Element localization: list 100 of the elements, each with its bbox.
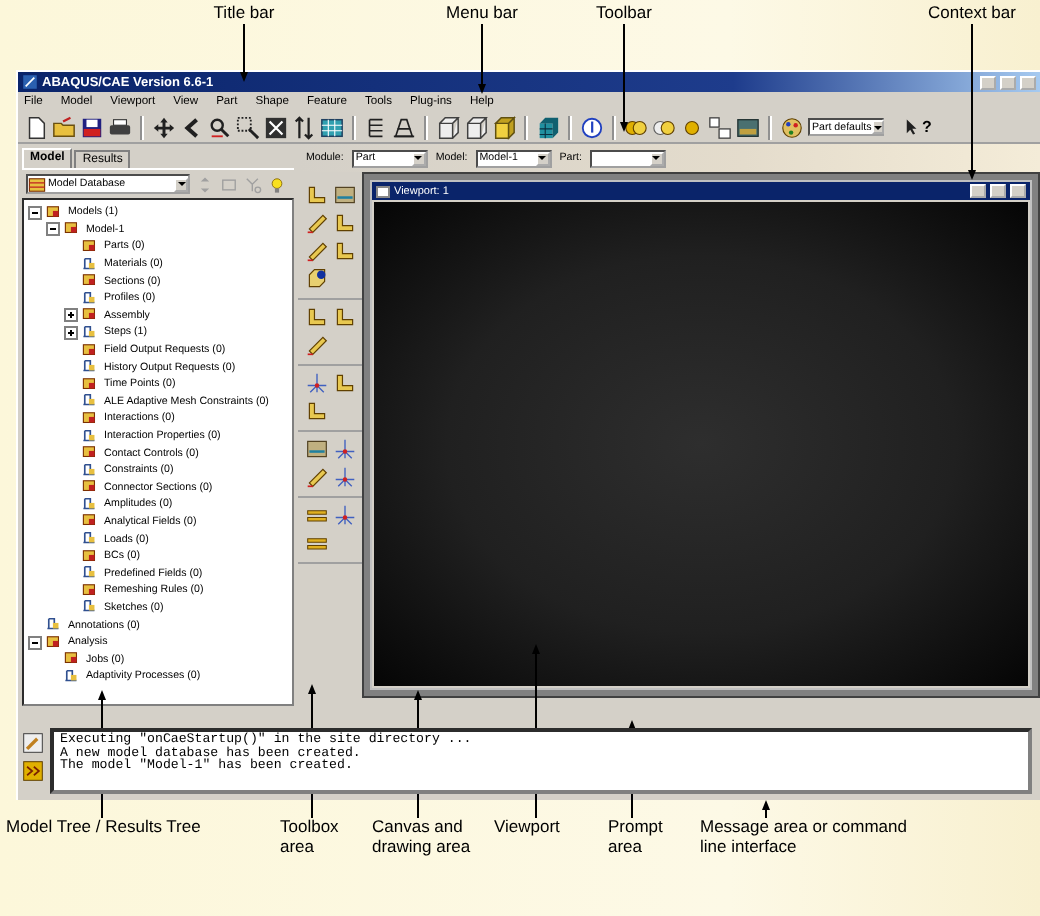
tool-icon [306,240,328,262]
callout-label: Toolbar [596,2,652,22]
expand-toggle[interactable] [64,325,78,340]
list-icon [364,115,388,139]
database-icon [28,175,46,193]
node-icon [46,633,64,652]
pointer-arrow [762,800,770,819]
tool-icon [306,212,328,234]
zoom-icon [208,115,232,139]
tool-icon [306,268,328,290]
node-icon [82,358,100,377]
node-icon [82,564,100,583]
maximize-button[interactable] [990,184,1006,198]
node-icon [82,255,100,274]
tool-icon [306,504,328,526]
tool-icon [306,532,328,554]
close-button[interactable] [1010,184,1026,198]
expand-toggle[interactable] [64,308,78,323]
blocks-icon [708,115,732,139]
dot-icon [680,115,704,139]
tool-icon [334,184,356,206]
tool-icon [334,306,356,328]
context-dropdown[interactable] [589,149,666,167]
node-icon [82,323,100,342]
callout-label: Menu bar [446,2,518,22]
fit-view-icon [264,115,288,139]
node-icon [82,444,100,463]
callout-label: Prompt area [608,816,665,856]
box-zoom-icon [236,115,260,139]
circles-icon [624,115,648,139]
tool-icon [334,212,356,234]
node-icon [82,392,100,411]
pointer-arrow [240,23,248,82]
tool-icon [306,306,328,328]
info-icon [580,115,604,139]
close-button[interactable] [1020,75,1036,89]
tool-icon [306,438,328,460]
node-icon [82,306,100,325]
collapse-toggle[interactable] [46,222,60,237]
node-icon [82,581,100,600]
node-icon [46,616,64,635]
tool-icon [306,400,328,422]
print-icon [108,115,132,139]
node-icon [82,530,100,549]
node-icon [82,289,100,308]
tool-icon [334,438,356,460]
callout-label: Message area or command line interface [700,816,909,856]
up-down-icon [196,175,214,193]
node-icon [82,512,100,531]
node-icon [82,547,100,566]
command-line-icon [22,760,44,782]
pointer-icon [904,118,922,136]
tool-icon [306,334,328,356]
callout-label: Canvas and drawing area [372,816,473,856]
minimize-button[interactable] [980,75,996,89]
move-icon [152,115,176,139]
node-icon [82,237,100,256]
callout-label: Model Tree / Results Tree [6,816,203,836]
pointer-arrow [478,23,486,94]
callout-label: Toolbox area [280,816,340,856]
window-icon [376,185,390,197]
mesh-cube-icon [536,115,560,139]
stack-icon [392,115,416,139]
wireframe-cube-icon [464,115,488,139]
wireframe-cube-icon [436,115,460,139]
node-icon [82,427,100,446]
minimize-button[interactable] [970,184,986,198]
node-icon [82,272,100,291]
up-down-icon [292,115,316,139]
tool-icon [306,372,328,394]
callout-label: Title bar [213,2,275,22]
help-button[interactable]: ? [904,118,932,136]
tool-icon [306,184,328,206]
bulb-icon [268,175,286,193]
node-icon [64,667,82,686]
node-icon [64,220,82,239]
node-icon [82,495,100,514]
chevron-icon [180,115,204,139]
palette-icon [780,115,804,139]
maximize-button[interactable] [1000,75,1016,89]
save-icon [80,115,104,139]
tool-icon [334,240,356,262]
node-icon [64,650,82,669]
node-icon [82,598,100,617]
panel-icon [736,115,760,139]
message-icon [22,732,44,754]
collapse-toggle[interactable] [28,635,42,650]
node-icon [82,461,100,480]
tool-icon [334,504,356,526]
node-icon [82,375,100,394]
open-folder-icon [52,115,76,139]
collapse-toggle[interactable] [28,205,42,220]
node-icon [82,478,100,497]
tool-icon [306,466,328,488]
circles-icon [652,115,676,139]
pointer-arrow [620,23,628,132]
callout-label: Viewport [494,816,562,836]
node-icon [82,341,100,360]
tool-icon [334,466,356,488]
callout-label: Context bar [928,2,1016,22]
